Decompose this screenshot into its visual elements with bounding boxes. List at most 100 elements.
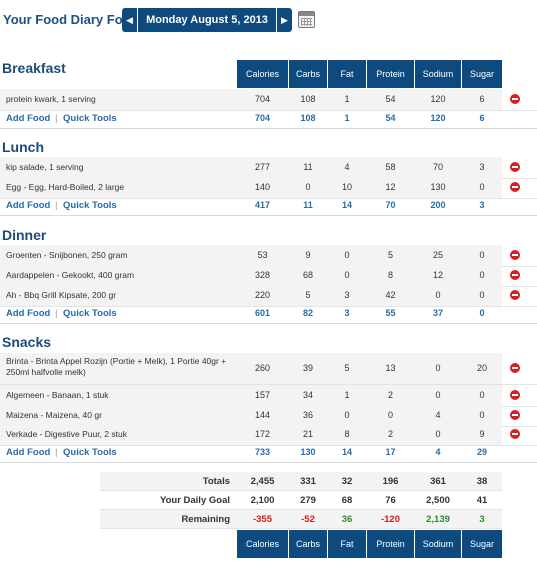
nutrient-calories: 260 <box>254 363 271 373</box>
nutrient-fat: 10 <box>341 182 352 192</box>
nutrient-fat: 8 <box>344 429 350 439</box>
meal-total-sodium: 4 <box>435 447 441 457</box>
meal-total-carbs: 108 <box>300 113 316 123</box>
nutrient-carbs: 108 <box>300 94 316 104</box>
summary-totals-carbs: 331 <box>300 476 316 487</box>
snacks-section-title: Snacks <box>2 334 52 350</box>
meal-total-protein: 70 <box>385 200 396 210</box>
lunch-add-row: Add Food | Quick Tools 417 11 14 70 200 3 <box>0 196 537 216</box>
nutrient-fat: 0 <box>344 250 350 260</box>
summary-goal-sodium: 2,500 <box>426 495 450 506</box>
food-name[interactable]: kip salade, 1 serving <box>6 162 84 172</box>
column-header-protein: Protein <box>367 60 414 88</box>
delete-entry-icon[interactable] <box>510 290 520 300</box>
meal-total-calories: 417 <box>254 200 271 210</box>
food-name[interactable]: protein kwark, 1 serving <box>6 94 96 104</box>
meal-total-carbs: 130 <box>300 447 316 457</box>
quick-tools-link[interactable]: Quick Tools <box>63 308 117 319</box>
meal-total-calories: 704 <box>254 113 271 123</box>
food-name[interactable]: Egg - Egg, Hard-Boiled, 2 large <box>6 182 124 192</box>
delete-entry-icon[interactable] <box>510 250 520 260</box>
row-divider <box>0 462 537 463</box>
food-entry-row: Algemeen - Banaan, 1 stuk 157 34 1 2 0 0 <box>0 385 537 407</box>
link-separator: | <box>55 447 58 458</box>
column-header-fat: Fat <box>328 530 366 558</box>
previous-day-button[interactable]: ◀ <box>122 8 137 32</box>
nutrient-calories: 140 <box>254 182 271 192</box>
summary-totals-calories: 2,455 <box>250 476 275 487</box>
meal-total-carbs: 82 <box>302 308 313 318</box>
column-header-sugar: Sugar <box>462 530 502 558</box>
summary-totals-sugar: 38 <box>476 476 488 487</box>
summary-remaining-calories: -355 <box>252 514 272 525</box>
summary-goal-sugar: 41 <box>476 495 488 506</box>
delete-entry-icon[interactable] <box>510 182 520 192</box>
delete-entry-icon[interactable] <box>510 270 520 280</box>
nutrient-calories: 328 <box>254 270 271 280</box>
dinner-add-row: Add Food | Quick Tools 601 82 3 55 37 0 <box>0 304 537 324</box>
delete-entry-icon[interactable] <box>510 162 520 172</box>
delete-entry-icon[interactable] <box>510 363 520 373</box>
meal-total-fat: 14 <box>341 447 352 457</box>
snacks-add-row: Add Food | Quick Tools 733 130 14 17 4 29 <box>0 443 537 463</box>
meal-total-sugar: 3 <box>479 200 485 210</box>
nutrient-calories: 277 <box>254 162 271 172</box>
nutrient-protein: 2 <box>387 390 393 400</box>
meal-total-sugar: 29 <box>476 447 487 457</box>
nutrient-fat: 4 <box>344 162 350 172</box>
summary-remaining-sodium: 2,139 <box>426 514 450 525</box>
nutrient-sodium: 0 <box>435 363 441 373</box>
meal-total-sodium: 37 <box>432 308 443 318</box>
column-header-sodium: Sodium <box>415 60 461 88</box>
column-header-sugar: Sugar <box>462 60 502 88</box>
food-name[interactable]: Algemeen - Banaan, 1 stuk <box>6 390 109 400</box>
column-header-calories: Calories <box>237 60 288 88</box>
food-name[interactable]: Brinta - Brinta Appel Rozijn (Portie + M… <box>6 356 241 378</box>
delete-entry-icon[interactable] <box>510 390 520 400</box>
summary-remaining-protein: -120 <box>380 514 400 525</box>
nutrient-sugar: 6 <box>479 94 485 104</box>
column-header-carbs: Carbs <box>289 530 327 558</box>
add-food-link[interactable]: Add Food <box>6 308 50 319</box>
nutrient-sugar: 20 <box>476 363 487 373</box>
nutrient-fat: 3 <box>344 290 350 300</box>
meal-total-sodium: 120 <box>430 113 446 123</box>
breakfast-column-headers: Calories Carbs Fat Protein Sodium Sugar <box>0 60 537 88</box>
row-divider <box>0 215 537 216</box>
nutrient-protein: 58 <box>385 162 396 172</box>
column-header-sodium: Sodium <box>415 530 461 558</box>
nutrient-sodium: 120 <box>430 94 446 104</box>
link-separator: | <box>55 113 58 124</box>
food-name[interactable]: Maizena - Maizena, 40 gr <box>6 410 102 420</box>
link-separator: | <box>55 200 58 211</box>
next-day-button[interactable]: ▶ <box>277 8 292 32</box>
food-name[interactable]: Groenten - Snijbonen, 250 gram <box>6 250 127 260</box>
triangle-left-icon: ◀ <box>126 15 133 25</box>
food-name[interactable]: Ah - Bbq Grill Kipsate, 200 gr <box>6 290 116 300</box>
nutrient-sugar: 0 <box>479 410 485 420</box>
nutrient-protein: 13 <box>385 363 396 373</box>
delete-entry-icon[interactable] <box>510 410 520 420</box>
food-name[interactable]: Verkade - Digestive Puur, 2 stuk <box>6 429 127 439</box>
add-food-link[interactable]: Add Food <box>6 447 50 458</box>
quick-tools-link[interactable]: Quick Tools <box>63 447 117 458</box>
nutrient-protein: 8 <box>387 270 393 280</box>
summary-goal-row: Your Daily Goal 2,100 279 68 76 2,500 41 <box>0 491 537 510</box>
quick-tools-link[interactable]: Quick Tools <box>63 200 117 211</box>
calendar-icon[interactable] <box>298 11 315 28</box>
meal-total-fat: 3 <box>344 308 350 318</box>
nutrient-sodium: 70 <box>432 162 443 172</box>
meal-total-calories: 733 <box>254 447 271 457</box>
nutrient-calories: 220 <box>254 290 271 300</box>
delete-entry-icon[interactable] <box>510 429 520 439</box>
quick-tools-link[interactable]: Quick Tools <box>63 113 117 124</box>
food-name[interactable]: Aardappelen - Gekookt, 400 gram <box>6 270 134 280</box>
nutrient-sugar: 0 <box>479 250 485 260</box>
summary-remaining-sugar: 3 <box>479 514 485 525</box>
delete-entry-icon[interactable] <box>510 94 520 104</box>
add-food-link[interactable]: Add Food <box>6 200 50 211</box>
lunch-section-title: Lunch <box>2 139 44 155</box>
add-food-link[interactable]: Add Food <box>6 113 50 124</box>
summary-totals-row: Totals 2,455 331 32 196 361 38 <box>0 472 537 491</box>
nutrient-calories: 704 <box>254 94 271 104</box>
